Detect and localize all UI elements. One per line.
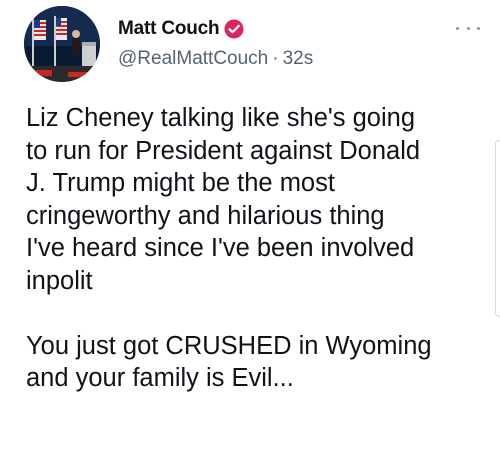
handle-row: @RealMattCouch · 32s	[118, 46, 313, 72]
tweet-card: Matt Couch @RealMattCouch · 32s Liz Chen…	[0, 0, 500, 460]
author-info: Matt Couch @RealMattCouch · 32s	[118, 16, 313, 72]
more-dot	[466, 26, 470, 30]
more-dot	[477, 26, 480, 30]
display-name-row: Matt Couch	[118, 16, 313, 42]
scrollbar[interactable]	[495, 140, 500, 317]
verified-badge-icon	[224, 19, 244, 39]
more-options-icon[interactable]	[456, 22, 480, 34]
avatar-image	[24, 6, 100, 82]
tweet-text: Liz Cheney talking like she's going to r…	[26, 104, 432, 392]
separator-dot: ·	[272, 48, 279, 69]
more-dot	[456, 26, 459, 30]
timestamp[interactable]: 32s	[283, 48, 314, 70]
avatar[interactable]	[24, 6, 100, 82]
user-handle[interactable]: @RealMattCouch	[118, 48, 268, 70]
display-name[interactable]: Matt Couch	[118, 18, 220, 40]
